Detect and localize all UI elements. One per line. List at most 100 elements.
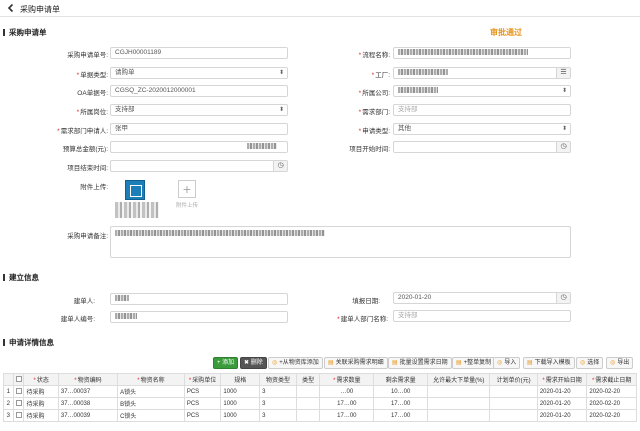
select-all-checkbox[interactable] <box>12 373 25 386</box>
select-caret-icon: ⬍ <box>278 70 284 76</box>
cell-unit: PCS <box>183 397 222 410</box>
column-header: 物资类型 <box>259 373 297 386</box>
import-button[interactable]: ◎ 导入 <box>493 357 521 369</box>
table-row[interactable]: 2 待采购 37…00038 B锁头 PCS 1000 3 17…00 17…0… <box>3 397 637 410</box>
position-label: *所属岗位: <box>76 109 108 116</box>
cell-material-type: 3 <box>259 397 297 410</box>
circle-icon: ◎ <box>272 360 278 366</box>
delete-button[interactable]: ✖ 删除 <box>240 357 267 369</box>
column-header: *物资名称 <box>117 373 185 386</box>
oa-no-field[interactable]: CGSQ_ZC-2020012000001 <box>110 85 288 97</box>
add-button[interactable]: + 添加 <box>213 357 239 369</box>
doc-icon: ▤ <box>328 360 334 366</box>
cell-status: 待采购 <box>23 409 59 422</box>
column-header: *物资编码 <box>57 373 119 386</box>
upload-button[interactable]: + 附件上传 <box>170 180 204 212</box>
circle-icon: ◎ <box>497 360 503 366</box>
remark-label: 采购申请备注: <box>67 233 108 240</box>
column-header: 剩余需求量 <box>373 373 429 386</box>
attachment-thumbnail[interactable] <box>113 180 159 220</box>
position-select[interactable]: 支持部 ⬍ <box>110 104 288 116</box>
budget-label: 预算总金额(元): <box>62 146 108 153</box>
creator-field[interactable] <box>110 293 288 305</box>
cell-qty[interactable]: …00 <box>319 385 375 398</box>
cell-max-order <box>427 385 491 398</box>
table-header-row: *状态 *物资编码 *物资名称 *采购单位 规格 物资类型 类型 *需求数量 剩… <box>3 373 637 386</box>
cell-end-date[interactable]: 2020-02-20 <box>586 409 637 422</box>
cell-material-type: 3 <box>259 409 297 422</box>
chevron-left-icon[interactable] <box>6 3 16 13</box>
cell-end-date[interactable]: 2020-02-20 <box>586 397 637 410</box>
cell-code: 37…00037 <box>57 385 119 398</box>
creator-label: 建单人: <box>73 298 95 305</box>
company-select[interactable]: ⬍ <box>393 85 571 97</box>
column-header: 规格 <box>220 373 261 386</box>
cell-spec: 1000 <box>220 409 261 422</box>
section-title-build: 建立信息 <box>3 272 39 283</box>
row-checkbox[interactable] <box>12 409 25 422</box>
clock-icon[interactable]: ◷ <box>556 293 570 303</box>
apply-type-select[interactable]: 其他 ⬍ <box>393 123 571 135</box>
cell-unit: PCS <box>183 385 222 398</box>
order-no-field[interactable]: CGJH00001189 <box>110 47 288 59</box>
top-bar: 采购申请单 <box>0 0 640 17</box>
req-dept-field[interactable]: 支持部 <box>393 104 571 116</box>
budget-field[interactable] <box>110 141 288 153</box>
cell-start-date[interactable]: 2020-01-20 <box>536 385 588 398</box>
clock-icon[interactable]: ◷ <box>273 161 287 171</box>
section-title-detail: 申请详情信息 <box>3 337 54 348</box>
batch-date-button[interactable]: ▤ 批量设置需求日期 <box>388 357 452 369</box>
doc-type-label: *单据类型: <box>76 72 108 79</box>
req-dept-label: *需求部门: <box>358 109 390 116</box>
select-caret-icon: ⬍ <box>561 88 567 94</box>
row-checkbox[interactable] <box>12 385 25 398</box>
project-start-date[interactable]: ◷ <box>393 141 571 153</box>
table-row[interactable]: 3 待采购 37…00039 C锁头 PCS 1000 3 17…00 17…0… <box>3 409 637 422</box>
flow-name-field[interactable] <box>393 47 571 59</box>
row-index: 2 <box>3 397 14 410</box>
cell-start-date[interactable]: 2020-01-20 <box>536 409 588 422</box>
fill-date-field[interactable]: 2020-01-20 ◷ <box>393 292 571 304</box>
remark-textarea[interactable] <box>110 226 571 258</box>
cell-code: 37…00038 <box>57 397 119 410</box>
cell-remain: 10…00 <box>373 385 429 398</box>
applicant-field[interactable]: 张甲 <box>110 123 288 135</box>
factory-field[interactable]: ☰ <box>393 67 571 79</box>
cell-qty[interactable]: 17…00 <box>319 409 375 422</box>
oa-no-label: OA单据号: <box>77 90 108 97</box>
add-from-library-button[interactable]: ◎ +从物资库添加 <box>268 357 323 369</box>
select-button[interactable]: ◎ 选择 <box>576 357 604 369</box>
cell-qty[interactable]: 17…00 <box>319 397 375 410</box>
cell-price <box>489 409 538 422</box>
cell-start-date[interactable]: 2020-01-20 <box>536 397 588 410</box>
table-row[interactable]: 1 待采购 37…00037 A锁头 PCS 1000 3 …00 10…00 … <box>3 385 637 398</box>
column-header: *需求数量 <box>319 373 375 386</box>
cell-type <box>295 385 321 398</box>
doc-type-select[interactable]: 请购单 ⬍ <box>110 67 288 79</box>
doc-icon: ▤ <box>527 360 533 366</box>
column-header: *需求截止日期 <box>586 373 637 386</box>
copy-order-button[interactable]: ▤ +整单复制 <box>452 357 496 369</box>
company-label: *所属公司: <box>358 90 390 97</box>
cell-code: 37…00039 <box>57 409 119 422</box>
link-detail-button[interactable]: ▤ 关联采购需求明细 <box>324 357 388 369</box>
column-header: *状态 <box>23 373 59 386</box>
project-end-date[interactable]: ◷ <box>110 160 288 172</box>
circle-icon: ◎ <box>580 360 586 366</box>
attachment-filename <box>115 202 159 218</box>
cell-end-date[interactable]: 2020-02-20 <box>586 385 637 398</box>
column-header: 允许最大下单量(%) <box>427 373 491 386</box>
creator-no-field[interactable] <box>110 311 288 323</box>
cell-remain: 17…00 <box>373 397 429 410</box>
row-checkbox[interactable] <box>12 397 25 410</box>
clock-icon[interactable]: ◷ <box>556 142 570 152</box>
list-icon[interactable]: ☰ <box>556 68 570 78</box>
applicant-label: *需求部门申请人: <box>57 128 108 135</box>
download-template-button[interactable]: ▤ 下载导入模板 <box>523 357 575 369</box>
creator-dept-field[interactable]: 支持部 <box>393 310 571 322</box>
cell-name: C锁头 <box>117 409 185 422</box>
circle-icon: ◎ <box>610 360 616 366</box>
attachment-label: 附件上传: <box>80 184 108 191</box>
image-file-icon <box>125 180 145 200</box>
export-button[interactable]: ◎ 导出 <box>606 357 634 369</box>
